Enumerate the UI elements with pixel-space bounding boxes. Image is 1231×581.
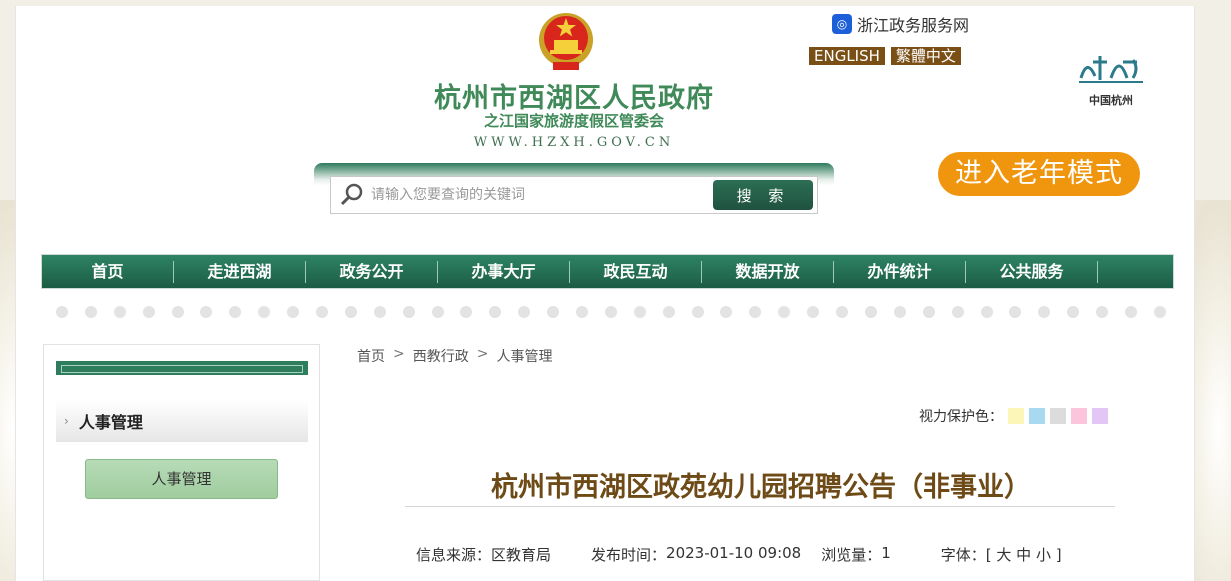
eye-care-swatch-gray[interactable] [1050, 408, 1066, 424]
source-value: 区教育局 [491, 546, 552, 564]
nav-item-service-hall[interactable]: 办事大厅 [438, 260, 570, 283]
nav-item-statistics[interactable]: 办件统计 [834, 260, 966, 283]
decorative-dots [56, 306, 1166, 320]
date-value: 2023-01-10 09:08 [666, 544, 802, 562]
site-url: WWW.HZXH.GOV.CN [473, 135, 675, 150]
font-size-options[interactable]: [ 大 中 小 ] [986, 544, 1062, 565]
source-label: 信息来源： [416, 546, 492, 564]
breadcrumb: 首页 > 西教行政 > 人事管理 [357, 346, 552, 366]
national-emblem-icon [539, 13, 593, 70]
sidebar-item-personnel[interactable]: 人事管理 [85, 459, 278, 499]
nav-item-open-data[interactable]: 数据开放 [702, 260, 834, 283]
nav-item-about-xihu[interactable]: 走进西湖 [174, 260, 306, 283]
sidebar: › 人事管理 人事管理 [43, 344, 320, 581]
views-label: 浏览量： [821, 546, 882, 564]
article-title: 杭州市西湖区政苑幼儿园招聘公告（非事业） [491, 472, 1031, 503]
search-icon [340, 183, 363, 206]
search-box: 搜 索 [330, 176, 818, 214]
english-button[interactable]: ENGLISH [809, 47, 885, 65]
zhejiang-service-label: 浙江政务服务网 [857, 16, 970, 35]
traditional-chinese-button[interactable]: 繁體中文 [890, 47, 961, 65]
language-switch: ENGLISH 繁體中文 [809, 47, 961, 65]
breadcrumb-separator: > [476, 346, 489, 362]
nav-item-public-service[interactable]: 公共服务 [966, 260, 1098, 283]
eye-care-swatch-purple[interactable] [1092, 408, 1108, 424]
search-button[interactable]: 搜 索 [713, 180, 813, 210]
font-size-label: 字体： [940, 546, 986, 564]
hangzhou-logo-text: 中国杭州 [1089, 94, 1133, 107]
date-label: 发布时间： [591, 546, 667, 564]
sidebar-heading-label: 人事管理 [78, 413, 143, 432]
chevron-right-icon: › [64, 414, 69, 428]
eye-care-label: 视力保护色： [919, 409, 1003, 425]
title-divider [405, 506, 1115, 507]
views-value: 1 [881, 544, 891, 562]
page-container: 杭州市西湖区人民政府 之江国家旅游度假区管委会 WWW.HZXH.GOV.CN … [15, 6, 1195, 581]
main-nav: 首页 走进西湖 政务公开 办事大厅 政民互动 数据开放 办件统计 公共服务 [41, 254, 1174, 289]
hangzhou-logo-icon [1079, 56, 1143, 83]
search-input[interactable] [371, 187, 713, 203]
site-subtitle: 之江国家旅游度假区管委会 [483, 112, 664, 130]
breadcrumb-education-admin[interactable]: 西教行政 [413, 346, 469, 366]
article-meta: 信息来源： 区教育局 发布时间： 2023-01-10 09:08 浏览量： 1… [416, 544, 1136, 565]
hangzhou-logo: 中国杭州 [1071, 48, 1151, 108]
eye-care-swatch-pink[interactable] [1071, 408, 1087, 424]
zhejiang-service-link[interactable]: ◎ 浙江政务服务网 [832, 12, 969, 36]
sidebar-ornament [56, 361, 308, 375]
search-bar: 搜 索 [314, 163, 834, 219]
elder-mode-button[interactable]: 进入老年模式 [938, 152, 1140, 196]
eye-care-colors: 视力保护色： [919, 406, 1108, 426]
breadcrumb-personnel[interactable]: 人事管理 [496, 346, 552, 366]
nav-item-gov-affairs[interactable]: 政务公开 [306, 260, 438, 283]
zhejiang-logo-icon: ◎ [832, 14, 852, 34]
sidebar-heading: › 人事管理 [56, 400, 308, 442]
breadcrumb-separator: > [393, 346, 405, 362]
eye-care-swatch-blue[interactable] [1029, 408, 1045, 424]
breadcrumb-home[interactable]: 首页 [357, 346, 385, 366]
eye-care-swatch-yellow[interactable] [1008, 408, 1024, 424]
nav-item-interaction[interactable]: 政民互动 [570, 260, 702, 283]
nav-item-home[interactable]: 首页 [42, 260, 174, 283]
